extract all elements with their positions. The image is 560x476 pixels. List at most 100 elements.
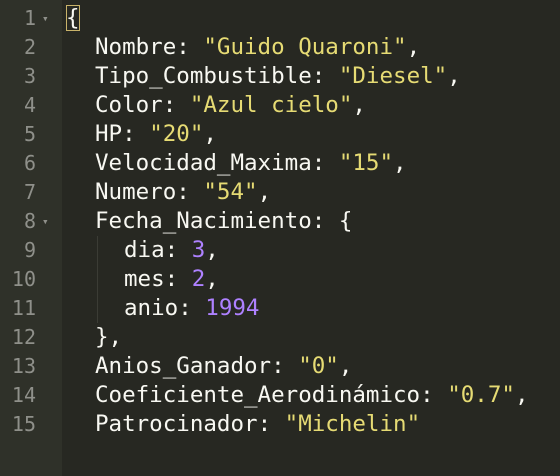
json-punctuation: , (406, 34, 421, 60)
code-text: Nombre: "Guido Quaroni", (95, 33, 420, 62)
json-punctuation: : (122, 121, 150, 147)
code-text: }, (95, 323, 122, 352)
code-text: Velocidad_Maxima: "15", (95, 149, 407, 178)
json-string-value: "15" (338, 150, 394, 176)
code-text: Numero: "54", (95, 178, 271, 207)
line-number: 7 (23, 180, 36, 204)
json-key: HP (95, 121, 123, 147)
line-number: 2 (23, 35, 36, 59)
code-line[interactable]: 7 Numero: "54", (0, 178, 560, 207)
code-text: Coeficiente_Aerodinámico: "0.7", (95, 381, 528, 410)
json-key: Velocidad_Maxima (95, 150, 312, 176)
code-text: Color: "Azul cielo", (95, 91, 366, 120)
code-line[interactable]: 5 HP: "20", (0, 120, 560, 149)
line-number: 14 (11, 383, 36, 407)
json-punctuation: : (257, 411, 285, 437)
code-text: HP: "20", (95, 120, 217, 149)
json-string-value: "0.7" (447, 382, 515, 408)
json-key: Tipo_Combustible (95, 63, 312, 89)
json-key: Coeficiente_Aerodinámico (95, 382, 421, 408)
code-text: mes: 2, (124, 265, 219, 294)
json-key: Fecha_Nacimiento (95, 208, 312, 234)
json-punctuation: : (271, 353, 299, 379)
json-punctuation: , (514, 382, 529, 408)
code-line[interactable]: 14 Coeficiente_Aerodinámico: "0.7", (0, 381, 560, 410)
fold-arrow-icon[interactable]: ▾ (42, 207, 49, 236)
json-punctuation: , (447, 63, 461, 89)
code-text: Tipo_Combustible: "Diesel", (95, 62, 461, 91)
line-number: 6 (23, 151, 36, 175)
json-punctuation: , (338, 353, 353, 379)
json-key: Nombre (95, 34, 177, 60)
json-punctuation: }, (95, 324, 123, 350)
json-punctuation: : (176, 34, 204, 60)
json-key: anio (124, 295, 179, 321)
json-string-value: "Guido Quaroni" (203, 34, 407, 60)
line-number: 5 (23, 122, 36, 146)
indent-guide (97, 294, 98, 323)
json-punctuation: , (203, 121, 217, 147)
code-text: dia: 3, (124, 236, 219, 265)
indent-guide (97, 265, 98, 294)
json-punctuation: : (311, 63, 339, 89)
json-punctuation: : (164, 266, 192, 292)
json-key: mes (124, 266, 165, 292)
json-key: dia (124, 237, 165, 263)
code-line[interactable]: 4 Color: "Azul cielo", (0, 91, 560, 120)
line-number: 4 (23, 93, 36, 117)
json-key: Color (95, 92, 163, 118)
json-string-value: "54" (203, 179, 258, 205)
line-number: 10 (11, 267, 36, 291)
json-string-value: "Diesel" (338, 63, 448, 89)
json-number-value: 3 (191, 237, 206, 263)
line-number: 13 (11, 354, 36, 378)
code-line[interactable]: 8 ▾ Fecha_Nacimiento: { (0, 207, 560, 236)
code-line[interactable]: 11 anio: 1994 (0, 294, 560, 323)
json-string-value: "Azul cielo" (189, 92, 353, 118)
json-string-value: "0" (298, 353, 339, 379)
line-number: 1 (23, 6, 36, 30)
json-string-value: "Michelin" (284, 411, 421, 437)
fold-arrow-icon[interactable]: ▾ (42, 4, 49, 33)
code-line[interactable]: 9 dia: 3, (0, 236, 560, 265)
json-punctuation: : (176, 179, 204, 205)
line-number: 11 (11, 296, 36, 320)
code-text: anio: 1994 (124, 294, 259, 323)
line-number: 15 (11, 412, 36, 436)
json-punctuation: : (311, 150, 339, 176)
code-line[interactable]: 15 Patrocinador: "Michelin" (0, 410, 560, 439)
json-punctuation: : (164, 237, 192, 263)
code-text: Patrocinador: "Michelin" (95, 410, 420, 439)
json-key: Anios_Ganador (95, 353, 272, 379)
json-punctuation: , (257, 179, 272, 205)
code-text: { (66, 4, 80, 33)
json-punctuation: : { (311, 208, 353, 234)
line-number: 8 (23, 209, 36, 233)
json-number-value: 2 (191, 266, 206, 292)
json-key: Patrocinador (95, 411, 258, 437)
code-text: Fecha_Nacimiento: { (95, 207, 352, 236)
json-punctuation: , (205, 266, 219, 292)
code-text: Anios_Ganador: "0", (95, 352, 352, 381)
json-punctuation: { (66, 5, 80, 31)
code-line[interactable]: 2 Nombre: "Guido Quaroni", (0, 33, 560, 62)
code-line[interactable]: 12}, (0, 323, 560, 352)
json-string-value: "20" (149, 121, 204, 147)
code-editor[interactable]: 1 ▾{2 Nombre: "Guido Quaroni", 3 Tipo_Combus… (0, 0, 560, 476)
json-punctuation: : (420, 382, 448, 408)
code-line[interactable]: 3 Tipo_Combustible: "Diesel", (0, 62, 560, 91)
code-line[interactable]: 10 mes: 2, (0, 265, 560, 294)
json-punctuation: , (393, 150, 407, 176)
line-number: 12 (11, 325, 36, 349)
json-punctuation: , (205, 237, 219, 263)
json-key: Numero (95, 179, 177, 205)
indent-guide (97, 236, 98, 265)
json-punctuation: : (162, 92, 190, 118)
json-number-value: 1994 (205, 295, 260, 321)
line-number: 9 (23, 238, 36, 262)
code-line[interactable]: 13 Anios_Ganador: "0", (0, 352, 560, 381)
code-line[interactable]: 6 Velocidad_Maxima: "15", (0, 149, 560, 178)
line-number: 3 (23, 64, 36, 88)
code-line[interactable]: 1 ▾ { (0, 4, 560, 33)
json-punctuation: : (178, 295, 206, 321)
